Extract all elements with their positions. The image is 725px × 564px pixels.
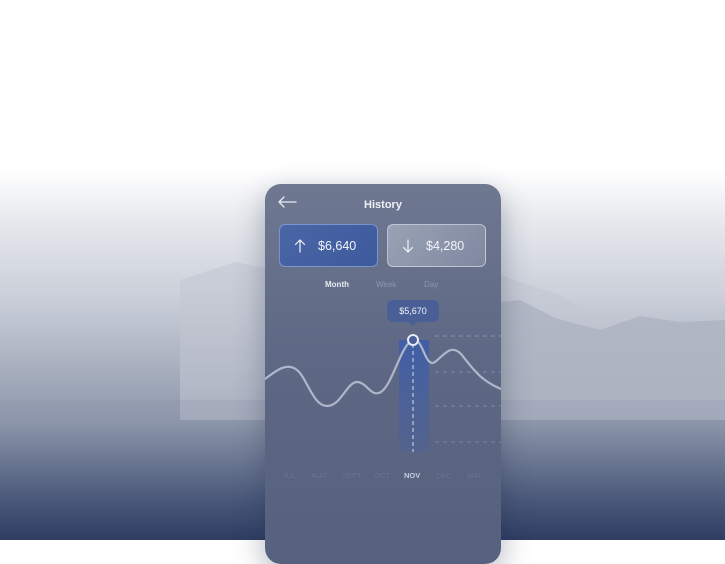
history-phone-screen: History $6,640 $4,280 Month Week Day $5,… [265, 184, 501, 564]
month-label-sept[interactable]: SEPT [342, 471, 362, 480]
month-label-jul[interactable]: JUL [283, 471, 296, 480]
month-label-dec[interactable]: DEC [436, 471, 452, 480]
month-label-jan[interactable]: JAN [466, 471, 480, 480]
history-line [265, 338, 501, 408]
month-label-oct[interactable]: OCT [374, 471, 390, 480]
value-tooltip: $5,670 [387, 300, 439, 326]
month-label-nov[interactable]: NOV [404, 471, 420, 480]
month-label-aug[interactable]: AUG [311, 471, 327, 480]
selected-point[interactable] [407, 334, 419, 346]
month-axis: JUL AUG SEPT OCT NOV DEC JAN [265, 471, 501, 483]
selected-month-highlight [399, 340, 429, 452]
history-line-chart [265, 334, 501, 452]
